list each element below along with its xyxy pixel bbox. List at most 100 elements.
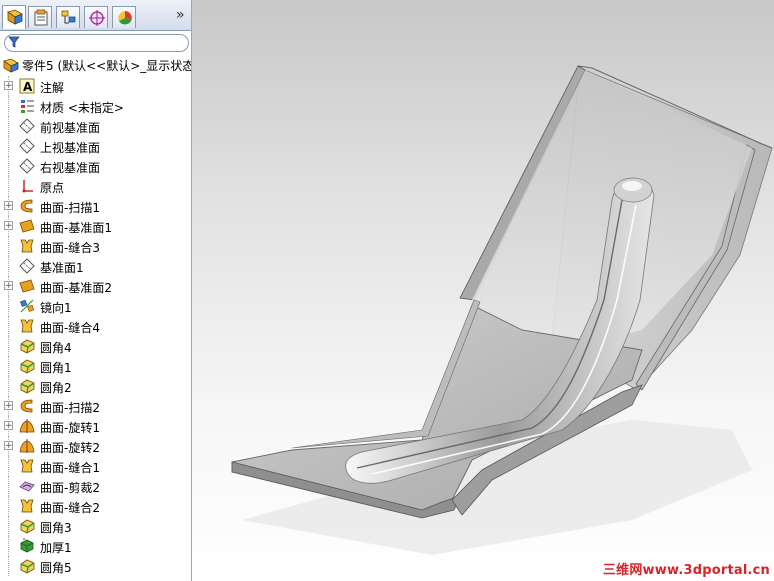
tab-property-manager[interactable] (28, 6, 52, 28)
part-3d-model (231, 65, 773, 555)
tree-item[interactable]: 圆角5 (0, 556, 191, 576)
tab-configuration-manager[interactable] (56, 6, 80, 28)
thicken-icon (19, 537, 35, 554)
material-icon (19, 98, 35, 114)
fillet-icon (19, 378, 35, 394)
tree-item-label: 曲面-基准面2 (40, 281, 112, 295)
plane-icon (19, 158, 35, 174)
tree-item[interactable]: 原点 (0, 176, 191, 196)
part-icon (2, 57, 20, 76)
tree-item-label: 材质 <未指定> (40, 101, 124, 115)
tree-connector-line (8, 456, 10, 476)
svg-text:A: A (23, 80, 33, 94)
tree-connector-line (8, 316, 10, 336)
tree-item-label: 上视基准面 (40, 141, 101, 155)
part-root-node[interactable]: 零件5 (默认<<默认>_显示状态 (0, 56, 191, 74)
tree-item-label: 镜向1 (40, 301, 72, 315)
tree-item-label: 圆角5 (40, 561, 72, 575)
knit-surface-icon (19, 318, 35, 334)
tree-connector-line (8, 336, 10, 356)
tree-item[interactable]: + 曲面-扫描1 (0, 196, 191, 216)
part-root-label: 零件5 (默认<<默认>_显示状态 (22, 59, 192, 73)
tree-item-label: 曲面-扫描1 (40, 201, 100, 215)
tree-item[interactable]: + 曲面-基准面2 (0, 276, 191, 296)
configuration-manager-icon (61, 10, 76, 24)
expand-plus-icon[interactable]: + (4, 221, 13, 231)
tree-connector-line (8, 256, 10, 276)
surface-sweep-icon (19, 198, 35, 214)
filter-funnel-icon (8, 36, 20, 48)
tree-connector-line (8, 376, 10, 396)
surface-revolve-icon (19, 438, 35, 454)
tree-connector-line (8, 516, 10, 536)
graphics-area[interactable]: 三维网www.3dportal.cn (192, 0, 774, 581)
expand-plus-icon[interactable]: + (4, 441, 13, 451)
tree-item-label: 曲面-旋转1 (40, 421, 100, 435)
expand-plus-icon[interactable]: + (4, 81, 13, 91)
feature-manager-panel: » 零件5 (默认<<默认>_显示状态 + A 注解 材质 <未指定> 前视基准面 上视基… (0, 0, 192, 581)
origin-icon (19, 178, 35, 194)
knit-surface-icon (19, 458, 35, 474)
tree-item[interactable]: 曲面-缝合4 (0, 316, 191, 336)
knit-surface-icon (19, 238, 35, 254)
tab-feature-manager[interactable] (2, 5, 26, 29)
tree-item-label: 右视基准面 (40, 161, 101, 175)
knit-surface-icon (19, 498, 35, 514)
tree-item-label: 圆角4 (40, 341, 72, 355)
tree-item[interactable]: 圆角1 (0, 356, 191, 376)
tree-item[interactable]: 曲面-剪裁2 (0, 476, 191, 496)
tree-item[interactable]: 曲面-缝合3 (0, 236, 191, 256)
tree-item[interactable]: 右视基准面 (0, 156, 191, 176)
feature-filter-input[interactable] (4, 34, 189, 52)
tree-item[interactable]: 镜向1 (0, 296, 191, 316)
tree-item[interactable]: + 曲面-扫描2 (0, 396, 191, 416)
tree-item[interactable]: 加厚1 (0, 536, 191, 556)
tree-item[interactable]: 圆角4 (0, 336, 191, 356)
tree-connector-line (8, 96, 10, 116)
expand-plus-icon[interactable]: + (4, 281, 13, 291)
tree-item[interactable]: 圆角2 (0, 376, 191, 396)
tree-item[interactable]: 曲面-缝合2 (0, 496, 191, 516)
feature-manager-icon (7, 9, 23, 25)
watermark-text: 三维网www.3dportal.cn (602, 563, 770, 578)
tree-item[interactable]: 曲面-缝合1 (0, 456, 191, 476)
tree-item-label: 原点 (40, 181, 65, 195)
tree-item[interactable]: 前视基准面 (0, 116, 191, 136)
tree-item[interactable]: + A 注解 (0, 76, 191, 96)
tree-connector-line (8, 136, 10, 156)
tree-connector-line (8, 176, 10, 196)
mirror-icon (19, 298, 35, 314)
tree-connector-line (8, 116, 10, 136)
tree-connector-line (8, 476, 10, 496)
tree-item-label: 曲面-缝合3 (40, 241, 100, 255)
tree-item[interactable]: + 曲面-旋转1 (0, 416, 191, 436)
tree-item-label: 曲面-缝合4 (40, 321, 100, 335)
filter-bar (0, 31, 191, 55)
tree-connector-line (8, 536, 10, 556)
expand-plus-icon[interactable]: + (4, 201, 13, 211)
tree-item[interactable]: 基准面1 (0, 256, 191, 276)
expand-tabs-chevron-icon[interactable]: » (176, 7, 185, 23)
tab-display-manager[interactable] (112, 6, 136, 28)
tree-item[interactable]: 材质 <未指定> (0, 96, 191, 116)
tree-item-label: 圆角3 (40, 521, 72, 535)
tree-item[interactable]: 圆角3 (0, 516, 191, 536)
plane-icon (19, 118, 35, 134)
panel-tabs: » (0, 0, 191, 31)
annotation-icon: A (19, 78, 35, 94)
expand-plus-icon[interactable]: + (4, 401, 13, 411)
trim-surface-icon (19, 478, 35, 494)
tree-item[interactable]: 上视基准面 (0, 136, 191, 156)
tab-dimxpert-manager[interactable] (84, 6, 108, 28)
tree-item[interactable]: + 曲面-基准面1 (0, 216, 191, 236)
tree-item-label: 基准面1 (40, 261, 84, 275)
tree-item-label: 圆角2 (40, 381, 72, 395)
tree-item[interactable]: + 曲面-旋转2 (0, 436, 191, 456)
fillet-icon (19, 338, 35, 354)
plane-icon (19, 138, 35, 154)
tree-item-label: 曲面-基准面1 (40, 221, 112, 235)
tree-item-label: 加厚1 (40, 541, 72, 555)
expand-plus-icon[interactable]: + (4, 421, 13, 431)
tree-item-label: 曲面-旋转2 (40, 441, 100, 455)
display-manager-icon (118, 11, 132, 25)
